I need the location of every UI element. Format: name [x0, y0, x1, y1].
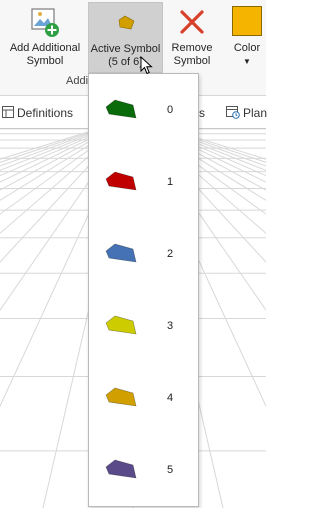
symbol-shape-icon — [105, 243, 137, 263]
symbol-option-2[interactable]: 2 — [89, 219, 198, 291]
symbol-shape-icon — [105, 315, 137, 335]
definitions-label: Definitions — [17, 106, 74, 120]
plan-calendar-icon — [226, 105, 240, 122]
symbol-shape-icon — [105, 459, 137, 479]
color-swatch — [232, 6, 262, 38]
symbol-option-3[interactable]: 3 — [89, 291, 198, 363]
toolbar-item-partial-label: s — [199, 106, 205, 120]
definitions-icon — [2, 105, 14, 121]
active-symbol-icon — [110, 7, 142, 39]
add-additional-symbol-button[interactable]: Add Additional Symbol — [4, 2, 86, 73]
symbol-shape-icon — [105, 99, 137, 119]
symbol-index-label: 5 — [167, 464, 174, 476]
remove-button-label-line2: Symbol — [173, 55, 211, 67]
ribbon-group-label: Addi — [66, 75, 89, 87]
active-button-label-line1: Active Symbol — [90, 43, 161, 55]
symbol-option-0[interactable]: 0 — [89, 75, 198, 147]
symbol-option-1[interactable]: 1 — [89, 147, 198, 219]
color-button-label: Color — [233, 42, 261, 54]
symbol-index-label: 4 — [167, 392, 174, 404]
definitions-tab[interactable]: Definitions — [2, 105, 73, 121]
symbol-index-label: 3 — [167, 320, 174, 332]
red-x-icon — [176, 6, 208, 38]
mouse-cursor-icon — [140, 56, 153, 75]
toolbar-item-partial[interactable]: s — [199, 105, 205, 121]
remove-symbol-button[interactable]: Remove Symbol — [166, 2, 218, 73]
remove-button-label-line1: Remove — [171, 42, 213, 54]
add-button-label-line2: Symbol — [26, 55, 64, 67]
plan-tab[interactable]: Plan — [226, 105, 267, 121]
symbol-option-4[interactable]: 4 — [89, 363, 198, 435]
symbol-shape-icon — [105, 387, 137, 407]
symbol-index-label: 0 — [167, 104, 174, 116]
symbol-index-label: 2 — [167, 248, 174, 260]
chevron-down-icon: ▼ — [243, 57, 251, 66]
add-image-icon — [29, 6, 61, 38]
symbol-index-label: 1 — [167, 176, 174, 188]
color-button[interactable]: Color ▼ — [228, 2, 266, 73]
symbol-shape-icon — [105, 171, 137, 191]
symbol-option-5[interactable]: 5 — [89, 435, 198, 507]
add-button-label-line1: Add Additional — [9, 42, 81, 54]
symbol-dropdown-menu: 0 1 2 3 4 5 — [88, 73, 199, 507]
plan-label: Plan — [243, 106, 268, 120]
